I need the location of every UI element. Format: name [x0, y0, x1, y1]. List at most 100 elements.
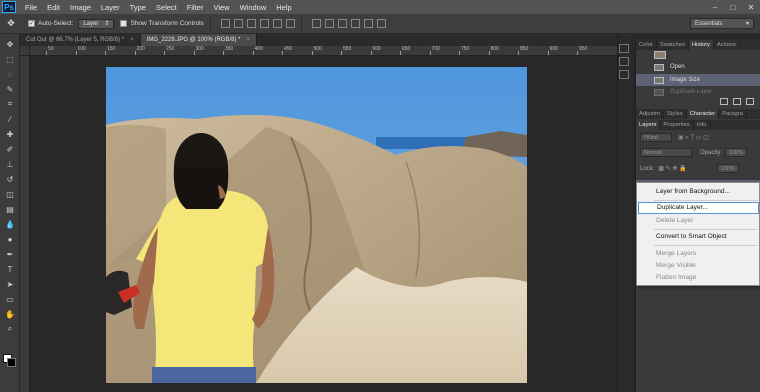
align-right-icon[interactable] — [285, 19, 295, 28]
canvas-area[interactable] — [30, 56, 617, 392]
tab-info[interactable]: Info — [694, 120, 711, 130]
marquee-tool-icon[interactable]: ⬚ — [3, 53, 17, 65]
menu-window[interactable]: Window — [235, 3, 272, 12]
menu-select[interactable]: Select — [151, 3, 182, 12]
menu-image[interactable]: Image — [65, 3, 96, 12]
dodge-icon[interactable]: ● — [3, 233, 17, 245]
menu-layer-from-background[interactable]: Layer from Background... — [638, 186, 759, 198]
eyedropper-icon[interactable]: ⁄ — [3, 113, 17, 125]
history-brush-icon[interactable]: ↺ — [3, 173, 17, 185]
history-item-duplicate-layer[interactable]: Duplicate Layer — [636, 86, 760, 98]
layer-kind-filter[interactable]: ⌕ Kind — [640, 133, 672, 142]
zoom-tool-icon[interactable]: ⌕ — [3, 323, 17, 335]
type-tool-icon[interactable]: T — [3, 263, 17, 275]
history-item-open[interactable]: Open — [636, 61, 760, 73]
opacity-input[interactable]: 100% — [725, 148, 748, 157]
maximize-button[interactable]: □ — [724, 0, 742, 14]
crop-tool-icon[interactable]: ⌗ — [3, 98, 17, 110]
distribute-middle-icon[interactable] — [324, 19, 334, 28]
filter-icons[interactable]: ▣ ◐ T ▭ ◫ — [678, 134, 709, 141]
eraser-icon[interactable]: ◫ — [3, 188, 17, 200]
document-tab-img-2228[interactable]: IMG_2228.JPG @ 100% (RGB/8) * × — [140, 34, 257, 46]
distribute-left-icon[interactable] — [350, 19, 360, 28]
history-panel-icon[interactable] — [619, 44, 629, 53]
workspace-switcher[interactable]: Essentials ▾ — [690, 18, 754, 29]
close-button[interactable]: ✕ — [742, 0, 760, 14]
vertical-scrollbar[interactable] — [617, 34, 631, 392]
menu-delete-layer[interactable]: Delete Layer — [638, 215, 759, 227]
history-panel-tabs: Color Swatches History Actions — [636, 40, 760, 50]
camera-icon[interactable] — [733, 98, 741, 105]
healing-brush-icon[interactable]: ✚ — [3, 128, 17, 140]
distribute-bottom-icon[interactable] — [337, 19, 347, 28]
menu-edit[interactable]: Edit — [42, 3, 65, 12]
hand-tool-icon[interactable]: ✋ — [3, 308, 17, 320]
menu-help[interactable]: Help — [271, 3, 296, 12]
menu-type[interactable]: Type — [125, 3, 151, 12]
move-tool-preset-icon[interactable]: ✥ — [0, 18, 22, 29]
tab-properties[interactable]: Properties — [660, 120, 694, 130]
align-top-icon[interactable] — [220, 19, 230, 28]
distribute-right-icon[interactable] — [376, 19, 386, 28]
ruler-tick-label: 350 — [225, 46, 234, 52]
tab-swatches[interactable]: Swatches — [657, 40, 689, 50]
trash-icon[interactable] — [746, 98, 754, 105]
brush-panel-icon[interactable] — [619, 70, 629, 79]
menu-merge-layers[interactable]: Merge Layers — [638, 248, 759, 260]
document-image[interactable] — [106, 67, 527, 383]
fill-input[interactable]: 100% — [716, 164, 739, 173]
align-center-icon[interactable] — [272, 19, 282, 28]
align-bottom-icon[interactable] — [246, 19, 256, 28]
menu-merge-visible[interactable]: Merge Visible — [638, 260, 759, 272]
history-snapshot-thumbnail[interactable] — [654, 51, 666, 59]
auto-select-label: Auto-Select: — [38, 20, 74, 27]
tab-styles[interactable]: Styles — [664, 109, 687, 119]
history-item-image-size[interactable]: Image Size — [636, 74, 760, 86]
align-left-icon[interactable] — [259, 19, 269, 28]
menu-layer[interactable]: Layer — [96, 3, 125, 12]
clone-stamp-icon[interactable]: ⊥ — [3, 158, 17, 170]
document-tab-label: IMG_2228.JPG @ 100% (RGB/8) * — [146, 37, 241, 43]
tab-color[interactable]: Color — [636, 40, 657, 50]
blend-mode-select[interactable]: Normal — [640, 148, 692, 157]
rectangle-tool-icon[interactable]: ▭ — [3, 293, 17, 305]
menu-duplicate-layer[interactable]: Duplicate Layer... — [638, 202, 759, 214]
document-tab-cut-out[interactable]: Cut Out @ 66.7% (Layer 5, RGB/8) * × — [20, 34, 141, 46]
minimize-button[interactable]: – — [706, 0, 724, 14]
brush-tool-icon[interactable]: ✐ — [3, 143, 17, 155]
menu-view[interactable]: View — [208, 3, 234, 12]
show-transform-checkbox[interactable] — [120, 20, 128, 27]
menu-file[interactable]: File — [20, 3, 42, 12]
tab-layers[interactable]: Layers — [636, 120, 661, 130]
ruler-tick — [105, 51, 106, 55]
gradient-icon[interactable]: ▤ — [3, 203, 17, 215]
menu-convert-to-smart-object[interactable]: Convert to Smart Object — [638, 231, 759, 243]
properties-panel-icon[interactable] — [619, 57, 629, 66]
quick-select-icon[interactable]: ✎ — [3, 83, 17, 95]
close-icon[interactable]: × — [246, 37, 250, 43]
auto-select-target-dropdown[interactable]: Layer ⇕ — [78, 18, 115, 29]
tab-actions[interactable]: Actions — [714, 40, 741, 50]
menu-filter[interactable]: Filter — [182, 3, 209, 12]
close-icon[interactable]: × — [130, 37, 134, 43]
distribute-top-icon[interactable] — [311, 19, 321, 28]
background-color-swatch[interactable] — [7, 358, 16, 367]
move-tool-icon[interactable]: ✥ — [3, 38, 17, 50]
ruler-tick — [282, 51, 283, 55]
ruler-tick-label: 750 — [461, 46, 470, 52]
new-document-icon[interactable] — [720, 98, 728, 105]
path-select-icon[interactable]: ➤ — [3, 278, 17, 290]
align-middle-icon[interactable] — [233, 19, 243, 28]
tab-paragraph[interactable]: Paragra — [719, 109, 747, 119]
tab-adjustments[interactable]: Adjustm — [636, 109, 664, 119]
lock-icons[interactable]: ▩ ✎ ✥ 🔒 — [658, 165, 686, 172]
options-bar: ✥ ✓ Auto-Select: Layer ⇕ Show Transform … — [0, 14, 760, 34]
pen-tool-icon[interactable]: ✒ — [3, 248, 17, 260]
menu-flatten-image[interactable]: Flatten Image — [638, 272, 759, 284]
auto-select-checkbox[interactable]: ✓ — [28, 20, 35, 27]
tab-history[interactable]: History — [689, 40, 715, 50]
lasso-tool-icon[interactable]: ◌ — [3, 68, 17, 80]
distribute-center-icon[interactable] — [363, 19, 373, 28]
blur-icon[interactable]: 💧 — [3, 218, 17, 230]
tab-character[interactable]: Character — [686, 109, 720, 119]
